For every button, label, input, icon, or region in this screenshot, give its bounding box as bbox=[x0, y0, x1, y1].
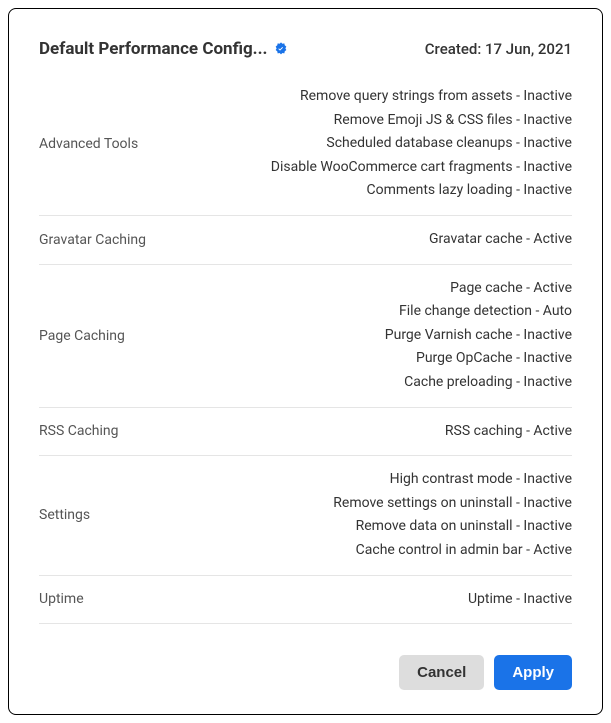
section-item: Remove data on uninstall - Inactive bbox=[333, 517, 572, 537]
apply-button[interactable]: Apply bbox=[494, 655, 572, 690]
section-label: Uptime bbox=[39, 591, 84, 607]
section-label: Gravatar Caching bbox=[39, 232, 146, 248]
section-item: Page cache - Active bbox=[385, 279, 572, 299]
section-item: Uptime - Inactive bbox=[468, 590, 572, 610]
config-section: Page Caching Page cache - Active File chan… bbox=[39, 265, 572, 408]
section-items: RSS caching - Active bbox=[445, 422, 572, 442]
section-item: File change detection - Auto bbox=[385, 302, 572, 322]
verified-icon bbox=[273, 41, 289, 57]
config-section: Gravatar Caching Gravatar cache - Active bbox=[39, 216, 572, 265]
modal-footer: Cancel Apply bbox=[39, 631, 572, 690]
section-label: Page Caching bbox=[39, 328, 125, 344]
section-item: Remove Emoji JS & CSS files - Inactive bbox=[271, 111, 572, 131]
section-items: Remove query strings from assets - Inact… bbox=[271, 87, 572, 201]
config-modal: Default Performance Config... Created: 1… bbox=[8, 8, 603, 715]
section-item: Cache control in admin bar - Active bbox=[333, 541, 572, 561]
section-label: RSS Caching bbox=[39, 423, 119, 439]
section-label: Advanced Tools bbox=[39, 136, 138, 152]
config-section: Settings High contrast mode - Inactive Rem… bbox=[39, 456, 572, 575]
config-section: Advanced Tools Remove query strings from … bbox=[39, 87, 572, 216]
section-item: Cache preloading - Inactive bbox=[385, 373, 572, 393]
section-items: Uptime - Inactive bbox=[468, 590, 572, 610]
section-item: Purge Varnish cache - Inactive bbox=[385, 326, 572, 346]
modal-title: Default Performance Config... bbox=[39, 39, 267, 59]
config-section: Uptime Uptime - Inactive bbox=[39, 576, 572, 625]
section-item: High contrast mode - Inactive bbox=[333, 470, 572, 490]
section-item: Remove query strings from assets - Inact… bbox=[271, 87, 572, 107]
section-item: Scheduled database cleanups - Inactive bbox=[271, 134, 572, 154]
section-item: RSS caching - Active bbox=[445, 422, 572, 442]
config-section: RSS Caching RSS caching - Active bbox=[39, 408, 572, 457]
section-items: Gravatar cache - Active bbox=[429, 230, 572, 250]
section-items: High contrast mode - Inactive Remove sett… bbox=[333, 470, 572, 560]
section-items: Page cache - Active File change detection… bbox=[385, 279, 572, 393]
section-item: Disable WooCommerce cart fragments - Ina… bbox=[271, 158, 572, 178]
section-item: Comments lazy loading - Inactive bbox=[271, 181, 572, 201]
modal-header: Default Performance Config... Created: 1… bbox=[39, 39, 572, 59]
sections-list: Advanced Tools Remove query strings from … bbox=[39, 87, 572, 624]
section-item: Purge OpCache - Inactive bbox=[385, 349, 572, 369]
section-item: Remove settings on uninstall - Inactive bbox=[333, 494, 572, 514]
section-label: Settings bbox=[39, 507, 90, 523]
created-date: Created: 17 Jun, 2021 bbox=[425, 40, 572, 58]
title-wrap: Default Performance Config... bbox=[39, 39, 289, 59]
cancel-button[interactable]: Cancel bbox=[399, 655, 484, 690]
section-item: Gravatar cache - Active bbox=[429, 230, 572, 250]
